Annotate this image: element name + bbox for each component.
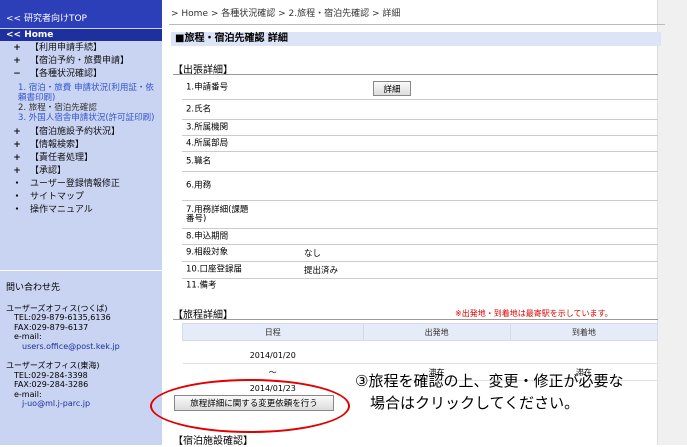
bullet-icon: ・ (12, 179, 22, 189)
breadcrumb-divider (169, 24, 665, 25)
table-row: 2014/01/20 (182, 347, 658, 364)
bullet-icon: ・ (12, 192, 22, 202)
detail-button[interactable]: 詳細 (373, 81, 411, 96)
table-row: 4.所属部局 (182, 136, 658, 152)
researcher-top-link[interactable]: << 研究者向けTOP (6, 11, 87, 24)
sidebar-nav: + 【利用申請手続】 + 【宿泊予約・旅費申請】 − 【各種状況確認】 1. 宿… (0, 42, 162, 217)
expand-icon: + (13, 127, 21, 137)
station-note: ※出発地・到着地は最寄駅を示しています。 (455, 309, 613, 318)
nav-item-application[interactable]: + 【利用申請手続】 (0, 42, 162, 55)
expand-icon: + (13, 153, 21, 163)
sub-item-itinerary-confirm[interactable]: 2. 旅程・宿泊先確認 (0, 103, 162, 113)
home-bar: << Home (0, 29, 162, 41)
nav-item-search[interactable]: + 【情報検索】 (0, 139, 162, 152)
table-row: 8.申込期間 (182, 229, 658, 245)
collapse-icon: − (13, 69, 21, 79)
table-row: 1.申請番号 (182, 76, 658, 100)
sub-item-application-status[interactable]: 1. 宿泊・旅費 申請状況(利用証・依頼書印刷) (0, 83, 162, 103)
breadcrumb[interactable]: > Home > 各種状況確認 > 2.旅程・宿泊先確認 > 詳細 (171, 6, 400, 19)
nav-item-approval[interactable]: + 【承認】 (0, 165, 162, 178)
nav-item-user-info[interactable]: ・ ユーザー登録情報修正 (0, 178, 162, 191)
home-link[interactable]: << Home (6, 30, 53, 40)
contact-office-tokai: ユーザーズオフィス(東海) TEL:029-284-3398 FAX:029-2… (6, 361, 160, 409)
contact-office-tsukuba: ユーザーズオフィス(つくば) TEL:029-879-6135,6136 FAX… (6, 304, 160, 352)
bullet-icon: ・ (12, 205, 22, 215)
column-header-to: 到着地 (509, 323, 659, 341)
table-row: 9.相殺対象 なし (182, 245, 658, 262)
page-title: ■旅程・宿泊先確認 詳細 (171, 32, 661, 46)
column-header-date: 日程 (182, 323, 364, 341)
trip-detail-table: 1.申請番号 2.氏名 3.所属機関 4.所属部局 5.職名 6.用務 7.用務… (182, 76, 658, 293)
right-margin (657, 0, 687, 445)
table-row: 7.用務詳細(課題番号) (182, 201, 658, 229)
instruction-callout: ③旅程を確認の上、変更・修正が必要な 場合はクリックしてください。 (355, 372, 624, 412)
table-row: 5.職名 (182, 152, 658, 172)
sidebar-divider (0, 270, 162, 271)
nav-item-status-check[interactable]: − 【各種状況確認】 (0, 68, 162, 81)
sidebar: << 研究者向けTOP << Home + 【利用申請手続】 + 【宿泊予約・旅… (0, 0, 162, 445)
sub-item-foreign-lodging[interactable]: 3. 外国人宿舎申請状況(許可証印刷) (0, 113, 162, 123)
nav-item-manual[interactable]: ・ 操作マニュアル (0, 204, 162, 217)
contact-title: 問い合わせ先 (6, 283, 61, 293)
email-link[interactable]: j-uo@ml.j-parc.jp (6, 399, 160, 409)
nav-item-lodging-travel[interactable]: + 【宿泊予約・旅費申請】 (0, 55, 162, 68)
table-row: 2.氏名 (182, 100, 658, 120)
table-row: 10.口座登録届 提出済み (182, 262, 658, 279)
expand-icon: + (13, 43, 21, 53)
expand-icon: + (13, 56, 21, 66)
nav-item-manager[interactable]: + 【責任者処理】 (0, 152, 162, 165)
expand-icon: + (13, 166, 21, 176)
nav-item-facility-booking[interactable]: + 【宿泊施設予約状況】 (0, 126, 162, 139)
highlight-circle (150, 379, 350, 433)
expand-icon: + (13, 140, 21, 150)
table-row: 11.備考 (186, 280, 217, 291)
contact-info: 問い合わせ先 ユーザーズオフィス(つくば) TEL:029-879-6135,6… (6, 283, 160, 419)
email-link[interactable]: users.office@post.kek.jp (6, 342, 160, 352)
column-header-from: 出発地 (362, 323, 511, 341)
step-number: ③ (355, 372, 369, 390)
table-row: 6.用務 (182, 172, 658, 201)
nav-item-sitemap[interactable]: ・ サイトマップ (0, 191, 162, 204)
table-row: 3.所属機関 (182, 120, 658, 136)
top-bar: << 研究者向けTOP (0, 0, 162, 28)
section-divider (173, 319, 658, 320)
section-divider (173, 74, 658, 75)
